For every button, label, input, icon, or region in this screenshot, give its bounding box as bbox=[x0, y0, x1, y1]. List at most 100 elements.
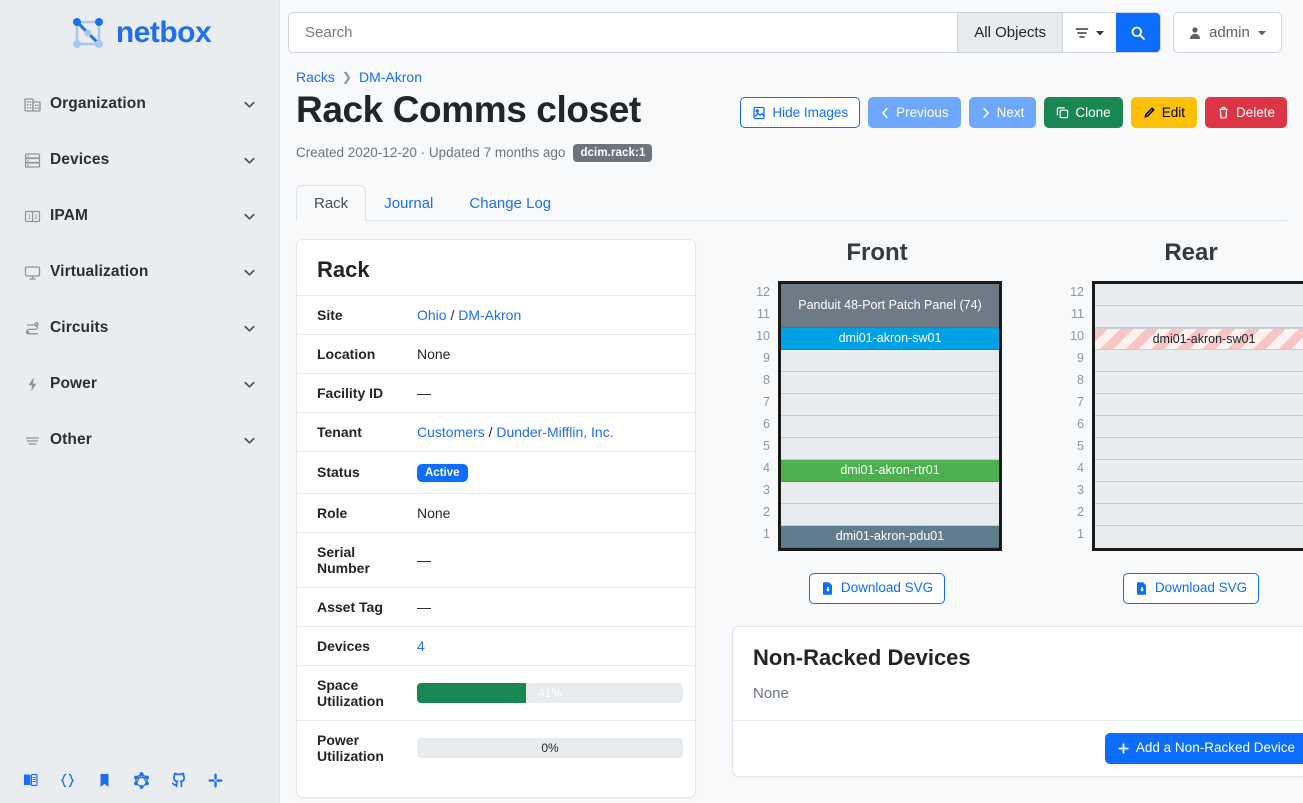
tab-change-log[interactable]: Change Log bbox=[451, 185, 569, 221]
lines-icon bbox=[24, 432, 50, 449]
bookmark-icon[interactable] bbox=[96, 772, 113, 789]
rack-unit-empty[interactable] bbox=[1095, 284, 1303, 306]
rack-unit-empty[interactable] bbox=[1095, 482, 1303, 504]
rack-device[interactable]: dmi01-akron-sw01 bbox=[1095, 328, 1303, 350]
tenant-group-link[interactable]: Customers bbox=[417, 424, 485, 440]
slack-icon[interactable] bbox=[207, 772, 224, 789]
docs-book-icon[interactable] bbox=[22, 772, 39, 789]
tab-journal[interactable]: Journal bbox=[366, 185, 451, 221]
main-content: All Objects bbox=[280, 0, 1303, 803]
sidebar-item-power[interactable]: Power bbox=[0, 356, 279, 412]
sidebar-item-label: Other bbox=[50, 431, 242, 449]
brand-logo[interactable]: netbox bbox=[0, 0, 279, 66]
next-button[interactable]: Next bbox=[969, 97, 1037, 128]
api-braces-icon[interactable] bbox=[59, 772, 76, 789]
rack-unit-label: 5 bbox=[752, 435, 778, 457]
rack-unit-empty[interactable] bbox=[781, 350, 999, 372]
sidebar-item-organization[interactable]: Organization bbox=[0, 76, 279, 132]
rack-unit-label: 9 bbox=[752, 347, 778, 369]
github-icon[interactable] bbox=[170, 772, 187, 789]
breadcrumb-link-racks[interactable]: Racks bbox=[296, 69, 335, 85]
clone-label: Clone bbox=[1075, 106, 1110, 120]
rack-unit-empty[interactable] bbox=[1095, 306, 1303, 328]
graphql-icon[interactable] bbox=[133, 772, 150, 789]
rack-unit-empty[interactable] bbox=[1095, 416, 1303, 438]
search-filter-button[interactable] bbox=[1062, 13, 1116, 52]
rack-device[interactable]: dmi01-akron-sw01 bbox=[781, 328, 999, 350]
filter-icon bbox=[1074, 25, 1090, 41]
status-value: Active bbox=[405, 451, 695, 493]
sidebar-item-circuits[interactable]: Circuits bbox=[0, 300, 279, 356]
rack-device[interactable]: Panduit 48-Port Patch Panel (74) bbox=[781, 284, 999, 328]
rack-unit-empty[interactable] bbox=[1095, 438, 1303, 460]
user-menu-button[interactable]: admin bbox=[1173, 12, 1282, 53]
rack-unit-label: 10 bbox=[1066, 325, 1092, 347]
tab-rack[interactable]: Rack bbox=[296, 185, 366, 221]
tab-label: Change Log bbox=[469, 195, 551, 212]
rack-unit-label: 1 bbox=[752, 523, 778, 545]
rack-unit-label: 4 bbox=[1066, 457, 1092, 479]
sidebar-item-virtualization[interactable]: Virtualization bbox=[0, 244, 279, 300]
table-row: Site Ohio / DM-Akron bbox=[297, 295, 695, 334]
previous-button[interactable]: Previous bbox=[868, 97, 961, 128]
sidebar-item-devices[interactable]: Devices bbox=[0, 132, 279, 188]
clone-button[interactable]: Clone bbox=[1044, 97, 1122, 128]
breadcrumb: Racks ❯ DM-Akron bbox=[288, 63, 1287, 89]
rack-unit-empty[interactable] bbox=[1095, 504, 1303, 526]
site-name-link[interactable]: DM-Akron bbox=[458, 307, 521, 323]
next-label: Next bbox=[997, 106, 1025, 120]
rack-unit-empty[interactable] bbox=[781, 438, 999, 460]
rack-unit-empty[interactable] bbox=[1095, 394, 1303, 416]
edit-button[interactable]: Edit bbox=[1131, 97, 1197, 128]
rack-unit-label: 12 bbox=[752, 281, 778, 303]
plus-icon bbox=[1117, 742, 1130, 755]
rack-elevations: Front 121110987654321 Panduit 48-Port Pa… bbox=[720, 239, 1303, 551]
rack-unit-empty[interactable] bbox=[781, 372, 999, 394]
rack-unit-label: 1 bbox=[1066, 523, 1092, 545]
rack-info-card: Rack Site Ohio / DM-Akron bbox=[296, 239, 696, 798]
rack-device[interactable]: dmi01-akron-rtr01 bbox=[781, 460, 999, 482]
chevron-right-icon bbox=[981, 107, 991, 119]
devices-count-link[interactable]: 4 bbox=[417, 638, 425, 654]
rack-unit-label: 12 bbox=[1066, 281, 1092, 303]
sidebar-item-label: IPAM bbox=[50, 207, 242, 225]
sidebar-item-other[interactable]: Other bbox=[0, 412, 279, 468]
space-utilization-text: 41% bbox=[417, 683, 683, 703]
rack-unit-empty[interactable] bbox=[781, 482, 999, 504]
hide-images-button[interactable]: Hide Images bbox=[740, 97, 860, 128]
circuits-icon bbox=[24, 320, 50, 337]
global-search-group: All Objects bbox=[288, 12, 1161, 53]
pencil-icon bbox=[1143, 106, 1156, 119]
tab-bar: Rack Journal Change Log bbox=[296, 184, 1287, 221]
tenant-name-link[interactable]: Dunder-Mifflin, Inc. bbox=[496, 424, 613, 440]
location-label: Location bbox=[297, 334, 405, 373]
rack-unit-empty[interactable] bbox=[1095, 372, 1303, 394]
add-non-racked-device-button[interactable]: Add a Non-Racked Device bbox=[1105, 733, 1303, 764]
breadcrumb-link-dm-akron[interactable]: DM-Akron bbox=[359, 69, 422, 85]
serial-number-label: Serial Number bbox=[297, 532, 405, 587]
search-submit-button[interactable] bbox=[1116, 13, 1160, 52]
rack-unit-empty[interactable] bbox=[1095, 350, 1303, 372]
brand-name: netbox bbox=[116, 16, 211, 50]
rack-unit-empty[interactable] bbox=[1095, 526, 1303, 548]
sidebar-item-ipam[interactable]: 1 2 IPAM bbox=[0, 188, 279, 244]
front-download-svg-button[interactable]: Download SVG bbox=[809, 573, 945, 604]
rear-elevation-title: Rear bbox=[1046, 239, 1303, 267]
rack-unit-empty[interactable] bbox=[781, 504, 999, 526]
delete-button[interactable]: Delete bbox=[1205, 97, 1287, 128]
site-region-link[interactable]: Ohio bbox=[417, 307, 447, 323]
search-input[interactable] bbox=[289, 13, 957, 52]
rack-unit-empty[interactable] bbox=[781, 394, 999, 416]
page-meta: Created 2020-12-20 · Updated 7 months ag… bbox=[296, 144, 740, 162]
tenant-label: Tenant bbox=[297, 412, 405, 451]
rack-unit-label: 4 bbox=[752, 457, 778, 479]
svg-text:1: 1 bbox=[27, 214, 31, 221]
space-utilization-value: 41% bbox=[405, 665, 695, 720]
object-id-badge: dcim.rack:1 bbox=[573, 144, 652, 162]
rack-device[interactable]: dmi01-akron-pdu01 bbox=[781, 526, 999, 548]
rack-unit-empty[interactable] bbox=[781, 416, 999, 438]
rear-download-svg-button[interactable]: Download SVG bbox=[1123, 573, 1259, 604]
chevron-down-icon bbox=[242, 265, 257, 280]
object-scope-select[interactable]: All Objects bbox=[957, 13, 1062, 52]
rack-unit-empty[interactable] bbox=[1095, 460, 1303, 482]
